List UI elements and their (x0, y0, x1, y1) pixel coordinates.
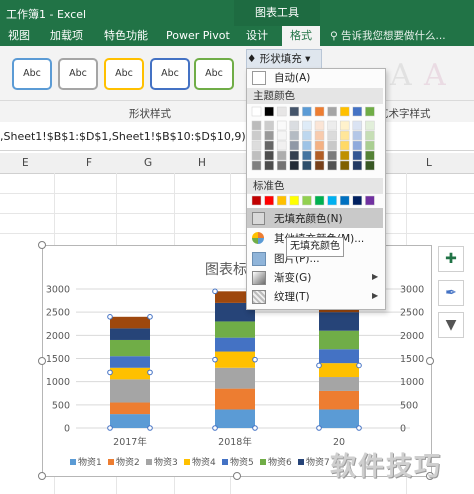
no-fill-icon (252, 212, 265, 225)
menu-header-standard-colors: 标准色 (247, 178, 383, 194)
theme-color-swatch[interactable] (327, 150, 337, 161)
theme-color-swatch[interactable] (365, 106, 375, 117)
standard-color-swatch[interactable] (289, 195, 300, 206)
theme-color-swatch[interactable] (327, 106, 337, 117)
theme-color-swatch[interactable] (339, 150, 350, 161)
theme-color-swatch[interactable] (302, 130, 312, 141)
theme-color-swatch[interactable] (314, 106, 325, 117)
theme-color-swatch[interactable] (365, 120, 375, 131)
submenu-arrow-icon: ▶ (372, 272, 379, 281)
standard-color-swatch[interactable] (339, 195, 350, 206)
theme-color-swatch[interactable] (352, 150, 363, 161)
theme-color-swatch[interactable] (352, 120, 363, 131)
theme-color-swatch[interactable] (339, 120, 350, 131)
submenu-arrow-icon: ▶ (372, 291, 379, 300)
theme-color-swatch[interactable] (264, 106, 274, 117)
theme-color-swatch[interactable] (365, 160, 375, 171)
theme-color-swatch[interactable] (264, 130, 274, 141)
theme-color-swatch[interactable] (289, 120, 300, 131)
theme-color-swatch[interactable] (314, 130, 325, 141)
theme-color-swatch[interactable] (339, 130, 350, 141)
theme-color-swatch[interactable] (302, 150, 312, 161)
theme-color-swatch[interactable] (339, 106, 350, 117)
menu-item-gradient[interactable]: 渐变(G) (274, 270, 311, 285)
standard-color-swatch[interactable] (365, 195, 375, 206)
color-wheel-icon (252, 232, 264, 244)
standard-color-swatch[interactable] (251, 195, 262, 206)
theme-color-swatch[interactable] (276, 106, 287, 117)
theme-color-swatch[interactable] (339, 140, 350, 151)
theme-color-swatch[interactable] (352, 160, 363, 171)
theme-color-swatch[interactable] (327, 140, 337, 151)
theme-color-swatch[interactable] (302, 106, 312, 117)
standard-color-swatch[interactable] (352, 195, 363, 206)
theme-color-swatch[interactable] (289, 160, 300, 171)
theme-color-swatch[interactable] (251, 130, 262, 141)
theme-color-swatch[interactable] (314, 140, 325, 151)
theme-color-swatch[interactable] (302, 140, 312, 151)
theme-color-swatch[interactable] (314, 160, 325, 171)
theme-color-swatch[interactable] (264, 160, 274, 171)
theme-color-swatch[interactable] (365, 130, 375, 141)
theme-color-swatch[interactable] (276, 150, 287, 161)
theme-color-swatch[interactable] (302, 120, 312, 131)
theme-color-swatch[interactable] (314, 120, 325, 131)
theme-color-swatch[interactable] (352, 130, 363, 141)
theme-color-swatch[interactable] (251, 120, 262, 131)
theme-color-swatch[interactable] (264, 150, 274, 161)
theme-color-swatch[interactable] (251, 160, 262, 171)
theme-color-swatch[interactable] (276, 140, 287, 151)
theme-color-swatch[interactable] (251, 106, 262, 117)
texture-icon (252, 290, 266, 304)
standard-color-swatch[interactable] (314, 195, 325, 206)
theme-color-swatch[interactable] (276, 120, 287, 131)
picture-icon (252, 252, 266, 266)
theme-color-swatch[interactable] (314, 150, 325, 161)
standard-color-swatch[interactable] (327, 195, 337, 206)
theme-color-swatch[interactable] (264, 140, 274, 151)
standard-color-swatch[interactable] (302, 195, 312, 206)
theme-color-swatch[interactable] (251, 150, 262, 161)
gradient-icon (252, 271, 266, 285)
theme-color-swatch[interactable] (276, 130, 287, 141)
theme-color-swatch[interactable] (289, 150, 300, 161)
theme-color-swatch[interactable] (365, 140, 375, 151)
theme-color-swatch[interactable] (352, 106, 363, 117)
theme-color-swatch[interactable] (327, 120, 337, 131)
theme-color-swatch[interactable] (289, 106, 300, 117)
theme-color-swatch[interactable] (327, 160, 337, 171)
standard-color-swatch[interactable] (276, 195, 287, 206)
theme-color-swatch[interactable] (251, 140, 262, 151)
color-palette (251, 106, 375, 206)
tooltip: 无填充颜色 (286, 237, 344, 257)
standard-color-swatch[interactable] (264, 195, 274, 206)
theme-color-swatch[interactable] (276, 160, 287, 171)
theme-color-swatch[interactable] (365, 150, 375, 161)
theme-color-swatch[interactable] (302, 160, 312, 171)
theme-color-swatch[interactable] (339, 160, 350, 171)
watermark-text: 软件技巧 (330, 452, 443, 482)
theme-color-swatch[interactable] (289, 140, 300, 151)
theme-color-swatch[interactable] (327, 130, 337, 141)
menu-item-no-fill[interactable]: 无填充颜色(N) (274, 211, 343, 226)
theme-color-swatch[interactable] (264, 120, 274, 131)
theme-color-swatch[interactable] (352, 140, 363, 151)
menu-item-texture[interactable]: 纹理(T) (274, 289, 310, 304)
theme-color-swatch[interactable] (289, 130, 300, 141)
